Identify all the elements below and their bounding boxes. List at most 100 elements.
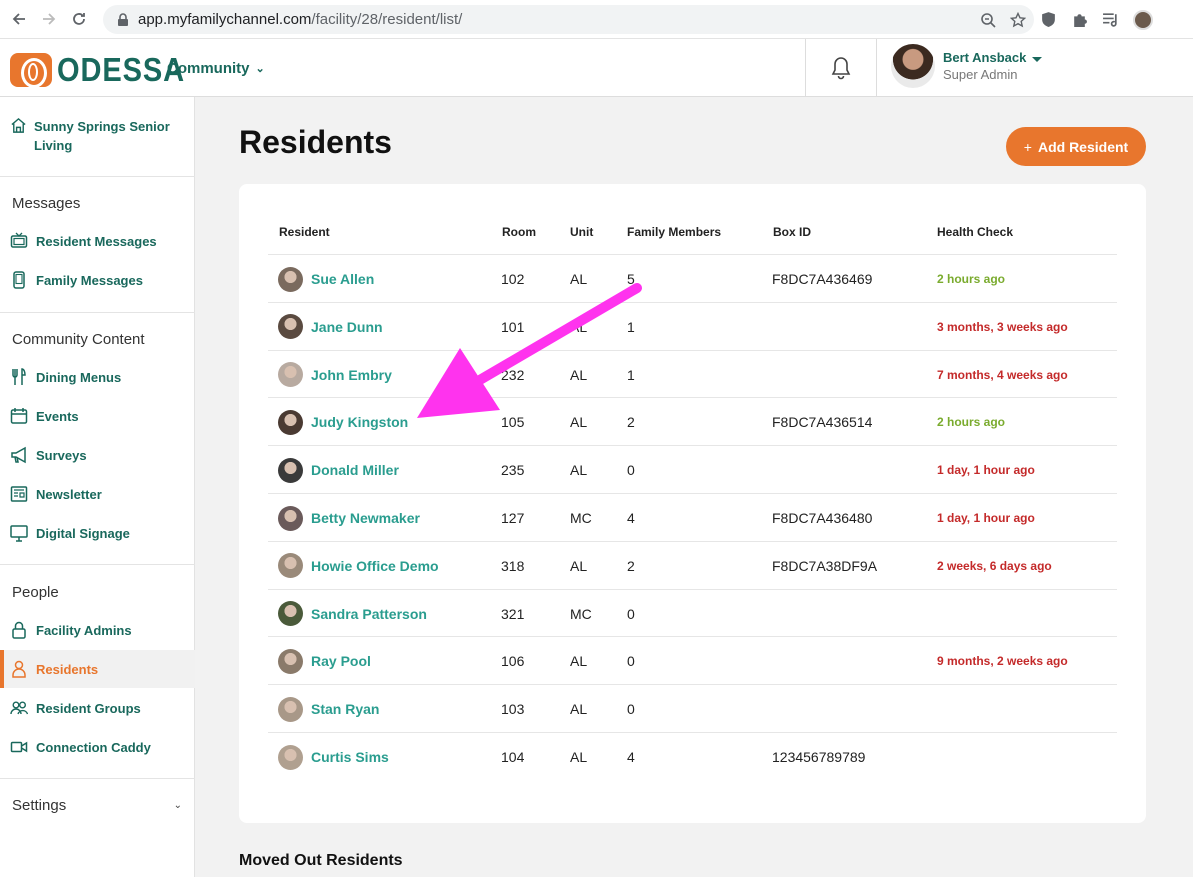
column-header-health-check[interactable]: Health Check <box>937 225 1013 239</box>
family-members-cell: 1 <box>627 318 635 335</box>
chevron-down-icon: ⌄ <box>255 63 265 75</box>
resident-cell: Ray Pool <box>278 637 371 685</box>
room-cell: 104 <box>501 749 525 765</box>
sidebar-item-resident-messages[interactable]: Resident Messages <box>0 222 195 260</box>
room-cell: 232 <box>501 366 525 383</box>
notifications-button[interactable] <box>805 39 877 97</box>
puzzle-extension-icon[interactable] <box>1071 11 1088 28</box>
unit-cell: AL <box>570 557 588 574</box>
add-resident-label: Add Resident <box>1037 138 1129 155</box>
sidebar-item-resident-groups[interactable]: Resident Groups <box>0 689 195 727</box>
column-header-family-members[interactable]: Family Members <box>627 225 721 239</box>
sidebar-item-label: Resident Groups <box>36 700 141 716</box>
browser-profile-avatar[interactable] <box>1133 9 1153 30</box>
forward-button[interactable] <box>34 4 64 34</box>
shield-extension-icon[interactable] <box>1040 11 1057 28</box>
url-path: /facility/28/resident/list/ <box>311 11 463 28</box>
add-resident-button[interactable]: + Add Resident <box>1006 127 1146 166</box>
table-row[interactable]: Ray Pool 106 AL 0 9 months, 2 weeks ago <box>268 636 1117 684</box>
table-row[interactable]: Judy Kingston 105 AL 2 F8DC7A436514 2 hours a… <box>268 397 1117 445</box>
resident-cell: Sue Allen <box>278 255 374 303</box>
resident-name-link[interactable]: Stan Ryan <box>311 701 379 717</box>
table-row[interactable]: Sue Allen 102 AL 5 F8DC7A436469 2 hours ago <box>268 254 1117 302</box>
resident-name-link[interactable]: Ray Pool <box>311 653 371 669</box>
moved-out-residents-title: Moved Out Residents <box>239 852 403 869</box>
health-check-cell: 2 hours ago <box>937 272 1006 286</box>
resident-name-link[interactable]: Curtis Sims <box>311 749 389 765</box>
bookmark-star-icon[interactable] <box>1010 11 1026 28</box>
resident-avatar <box>278 553 303 579</box>
health-check-cell: 1 day, 1 hour ago <box>937 511 1035 525</box>
table-row[interactable]: Sandra Patterson 321 MC 0 <box>268 588 1117 637</box>
sidebar-item-label: Digital Signage <box>36 525 130 541</box>
zoom-icon[interactable] <box>980 12 996 28</box>
resident-avatar <box>278 314 303 340</box>
reload-button[interactable] <box>64 4 94 34</box>
reload-icon <box>73 13 85 25</box>
user-role: Super Admin <box>943 67 1018 82</box>
person-icon <box>12 660 26 678</box>
table-row[interactable]: Howie Office Demo 318 AL 2 F8DC7A38DF9A 2 wee… <box>268 540 1117 589</box>
sidebar-item-connection-caddy[interactable]: Connection Caddy <box>0 728 195 766</box>
sidebar-item-newsletter[interactable]: Newsletter <box>0 475 195 513</box>
media-queue-icon[interactable] <box>1102 11 1119 28</box>
table-row[interactable]: Donald Miller 235 AL 0 1 day, 1 hour ago <box>268 445 1117 493</box>
community-dropdown[interactable]: Community ⌄ <box>167 60 265 77</box>
settings-toggle[interactable]: Settings ⌄ <box>12 797 182 814</box>
user-menu[interactable]: Bert Ansback Super Admin <box>891 44 1043 88</box>
table-row[interactable]: Betty Newmaker 127 MC 4 F8DC7A436480 1 day, 1… <box>268 493 1117 541</box>
column-header-box-id[interactable]: Box ID <box>773 225 811 239</box>
newspaper-icon <box>10 486 28 502</box>
column-header-room[interactable]: Room <box>502 225 536 239</box>
calendar-icon <box>10 408 28 424</box>
family-members-cell: 0 <box>627 462 635 479</box>
sidebar: Sunny Springs Senior Living Messages Res… <box>0 97 195 877</box>
table-row[interactable]: Curtis Sims 104 AL 4 123456789789 <box>268 732 1117 780</box>
sidebar-divider <box>0 778 195 779</box>
resident-name-link[interactable]: Jane Dunn <box>311 319 383 335</box>
unit-cell: AL <box>570 653 588 670</box>
lock-icon <box>12 621 26 639</box>
room-cell: 105 <box>501 414 525 431</box>
user-avatar <box>891 44 935 88</box>
room-cell: 318 <box>501 557 525 574</box>
health-check-cell: 9 months, 2 weeks ago <box>937 654 1068 669</box>
tv-icon <box>10 232 28 248</box>
sidebar-item-events[interactable]: Events <box>0 397 195 435</box>
sidebar-item-facility-admins[interactable]: Facility Admins <box>0 611 195 649</box>
phone-icon <box>13 271 25 289</box>
resident-name-link[interactable]: Judy Kingston <box>311 414 408 430</box>
room-cell: 106 <box>501 653 525 670</box>
family-members-cell: 1 <box>627 366 635 383</box>
resident-cell: Judy Kingston <box>278 398 408 446</box>
utensils-icon <box>12 368 26 385</box>
resident-cell: Betty Newmaker <box>278 494 420 542</box>
resident-name-link[interactable]: Sue Allen <box>311 271 374 287</box>
column-header-resident[interactable]: Resident <box>279 225 330 239</box>
bell-icon <box>831 57 851 80</box>
section-title-people: People <box>12 584 59 601</box>
sidebar-item-dining-menus[interactable]: Dining Menus <box>0 358 195 396</box>
chevron-down-icon: ⌄ <box>173 800 182 811</box>
table-row[interactable]: John Embry 232 AL 1 7 months, 4 weeks ago <box>268 349 1117 398</box>
sidebar-item-digital-signage[interactable]: Digital Signage <box>0 514 195 552</box>
sidebar-item-residents[interactable]: Residents <box>0 650 195 688</box>
resident-name-link[interactable]: Donald Miller <box>311 462 399 478</box>
facility-link[interactable]: Sunny Springs Senior Living <box>10 117 184 155</box>
resident-avatar <box>278 362 303 388</box>
column-header-unit[interactable]: Unit <box>570 225 593 239</box>
resident-name-link[interactable]: John Embry <box>311 367 392 383</box>
room-cell: 102 <box>501 271 525 287</box>
unit-cell: AL <box>570 701 588 718</box>
resident-name-link[interactable]: Sandra Patterson <box>311 606 427 622</box>
back-button[interactable] <box>4 4 34 34</box>
sidebar-item-surveys[interactable]: Surveys <box>0 436 195 474</box>
resident-cell: Stan Ryan <box>278 685 379 733</box>
arrow-left-icon <box>12 13 25 25</box>
table-row[interactable]: Jane Dunn 101 AL 1 3 months, 3 weeks ago <box>268 301 1117 350</box>
address-bar[interactable]: app.myfamilychannel.com/facility/28/resi… <box>103 5 1034 34</box>
sidebar-item-family-messages[interactable]: Family Messages <box>0 261 195 299</box>
resident-name-link[interactable]: Betty Newmaker <box>311 510 420 526</box>
resident-name-link[interactable]: Howie Office Demo <box>311 558 439 574</box>
table-row[interactable]: Stan Ryan 103 AL 0 <box>268 684 1117 732</box>
